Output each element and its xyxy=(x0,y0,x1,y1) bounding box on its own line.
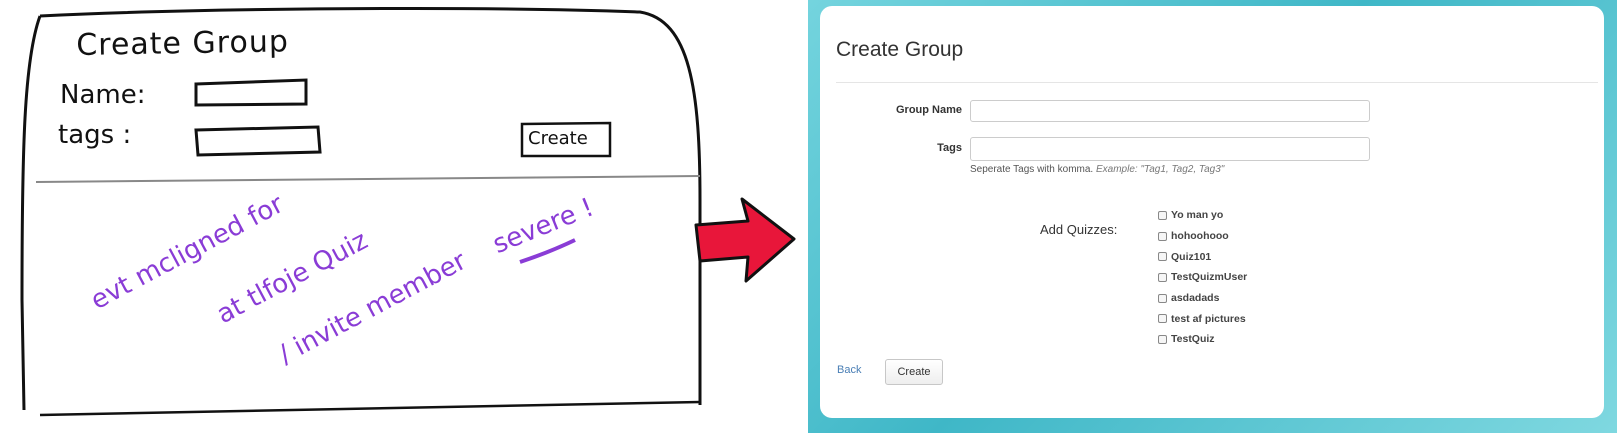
group-name-input[interactable] xyxy=(970,100,1370,122)
quiz-checkbox[interactable] xyxy=(1158,231,1167,241)
quiz-checkbox[interactable] xyxy=(1158,314,1167,324)
quiz-option[interactable]: TestQuizmUser xyxy=(1158,267,1247,288)
add-quizzes-label: Add Quizzes: xyxy=(1040,222,1118,237)
create-group-panel: Create Group Group Name Tags Seperate Ta… xyxy=(820,6,1604,418)
tags-help-example: Example: "Tag1, Tag2, Tag3" xyxy=(1096,164,1225,175)
quiz-checkbox[interactable] xyxy=(1158,210,1167,220)
quiz-checkbox[interactable] xyxy=(1158,252,1167,262)
quiz-option[interactable]: Quiz101 xyxy=(1158,246,1247,267)
quiz-option-label: TestQuizmUser xyxy=(1171,271,1248,284)
quiz-option-label: asdadads xyxy=(1171,292,1220,305)
quiz-option-label: TestQuiz xyxy=(1171,333,1215,346)
sketch-tags-label: tags : xyxy=(58,120,132,150)
quiz-option-label: Yo man yo xyxy=(1171,209,1224,222)
quiz-checkbox[interactable] xyxy=(1158,334,1167,344)
quiz-option-label: Quiz101 xyxy=(1171,250,1212,263)
quiz-option[interactable]: asdadads xyxy=(1158,288,1247,309)
transition-arrow-icon xyxy=(690,195,800,285)
quiz-checkbox[interactable] xyxy=(1158,272,1167,282)
wireframe-sketch: Create Group Name: tags : Create evt mcl… xyxy=(0,0,730,433)
create-button[interactable]: Create xyxy=(885,359,943,385)
page-title: Create Group xyxy=(836,38,964,61)
screenshot-frame: Create Group Group Name Tags Seperate Ta… xyxy=(808,0,1617,433)
tags-help-text: Seperate Tags with komma. Example: "Tag1… xyxy=(970,164,1224,175)
quiz-option[interactable]: Yo man yo xyxy=(1158,205,1247,226)
sketch-title: Create Group xyxy=(76,24,290,63)
sketch-create-label: Create xyxy=(528,128,588,149)
quiz-option-label: hohoohooo xyxy=(1171,230,1229,243)
divider xyxy=(836,82,1598,83)
quiz-option[interactable]: TestQuiz xyxy=(1158,329,1247,350)
tags-help-main: Seperate Tags with komma. xyxy=(970,164,1094,175)
quiz-checkbox-list: Yo man yo hohoohooo Quiz101 TestQuizmUse… xyxy=(1158,205,1247,350)
sketch-name-label: Name: xyxy=(60,80,146,110)
tags-input[interactable] xyxy=(970,137,1370,161)
tags-label: Tags xyxy=(937,142,962,154)
quiz-option[interactable]: hohoohooo xyxy=(1158,226,1247,247)
quiz-option[interactable]: test af pictures xyxy=(1158,308,1247,329)
group-name-label: Group Name xyxy=(895,104,962,116)
quiz-checkbox[interactable] xyxy=(1158,293,1167,303)
sketch-drawing xyxy=(20,7,702,417)
back-link[interactable]: Back xyxy=(837,364,861,376)
quiz-option-label: test af pictures xyxy=(1171,312,1246,325)
